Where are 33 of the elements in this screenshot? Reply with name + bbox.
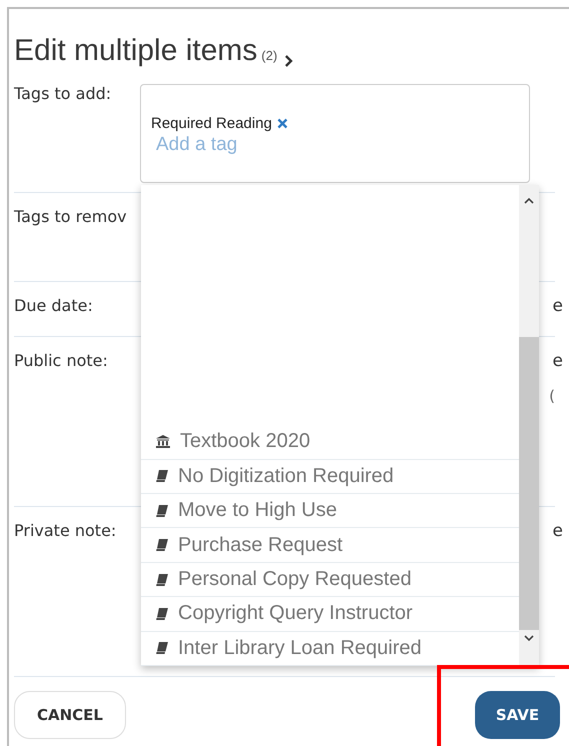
dropdown-option[interactable]: Purchase Request [141,528,519,563]
book-icon [156,608,168,620]
dropdown-option[interactable]: Personal Copy Requested [141,562,519,598]
scroll-up-icon[interactable] [524,197,534,205]
item-count: (2) [261,48,278,63]
book-icon [156,504,168,517]
dropdown-option[interactable]: No Digitization Required [141,460,519,494]
field-label: Tags to add: [14,84,112,105]
field-label: Tags to remov [14,207,127,228]
partial-text: e [552,521,563,541]
building-icon [156,435,170,448]
dropdown-option[interactable]: Copyright Query Instructor [141,597,519,632]
book-icon [156,574,168,586]
partial-text: e [552,351,563,371]
dropdown-option[interactable]: Move to High Use [141,494,519,528]
book-icon [156,539,168,552]
page-title: Edit multiple items [14,34,258,68]
book-icon [156,642,168,654]
action-button[interactable]: SAVE [475,691,560,739]
book-icon [156,470,168,482]
dropdown-option[interactable]: Inter Library Loan Required [141,632,519,666]
field-label: Private note: [14,521,116,542]
tag-label: Required Reading [151,115,272,132]
partial-text: ( [549,387,555,405]
field-label: Due date: [14,296,93,317]
dropdown-option[interactable]: Textbook 2020 [141,425,519,460]
scroll-down-icon[interactable] [524,634,534,642]
scrollbar[interactable] [519,185,539,666]
field-label: Public note: [14,351,108,372]
remove-tag-icon[interactable] [276,118,288,129]
chevron-right-icon[interactable] [284,54,294,68]
partial-text: e [552,296,563,316]
action-button[interactable]: CANCEL [14,691,126,739]
